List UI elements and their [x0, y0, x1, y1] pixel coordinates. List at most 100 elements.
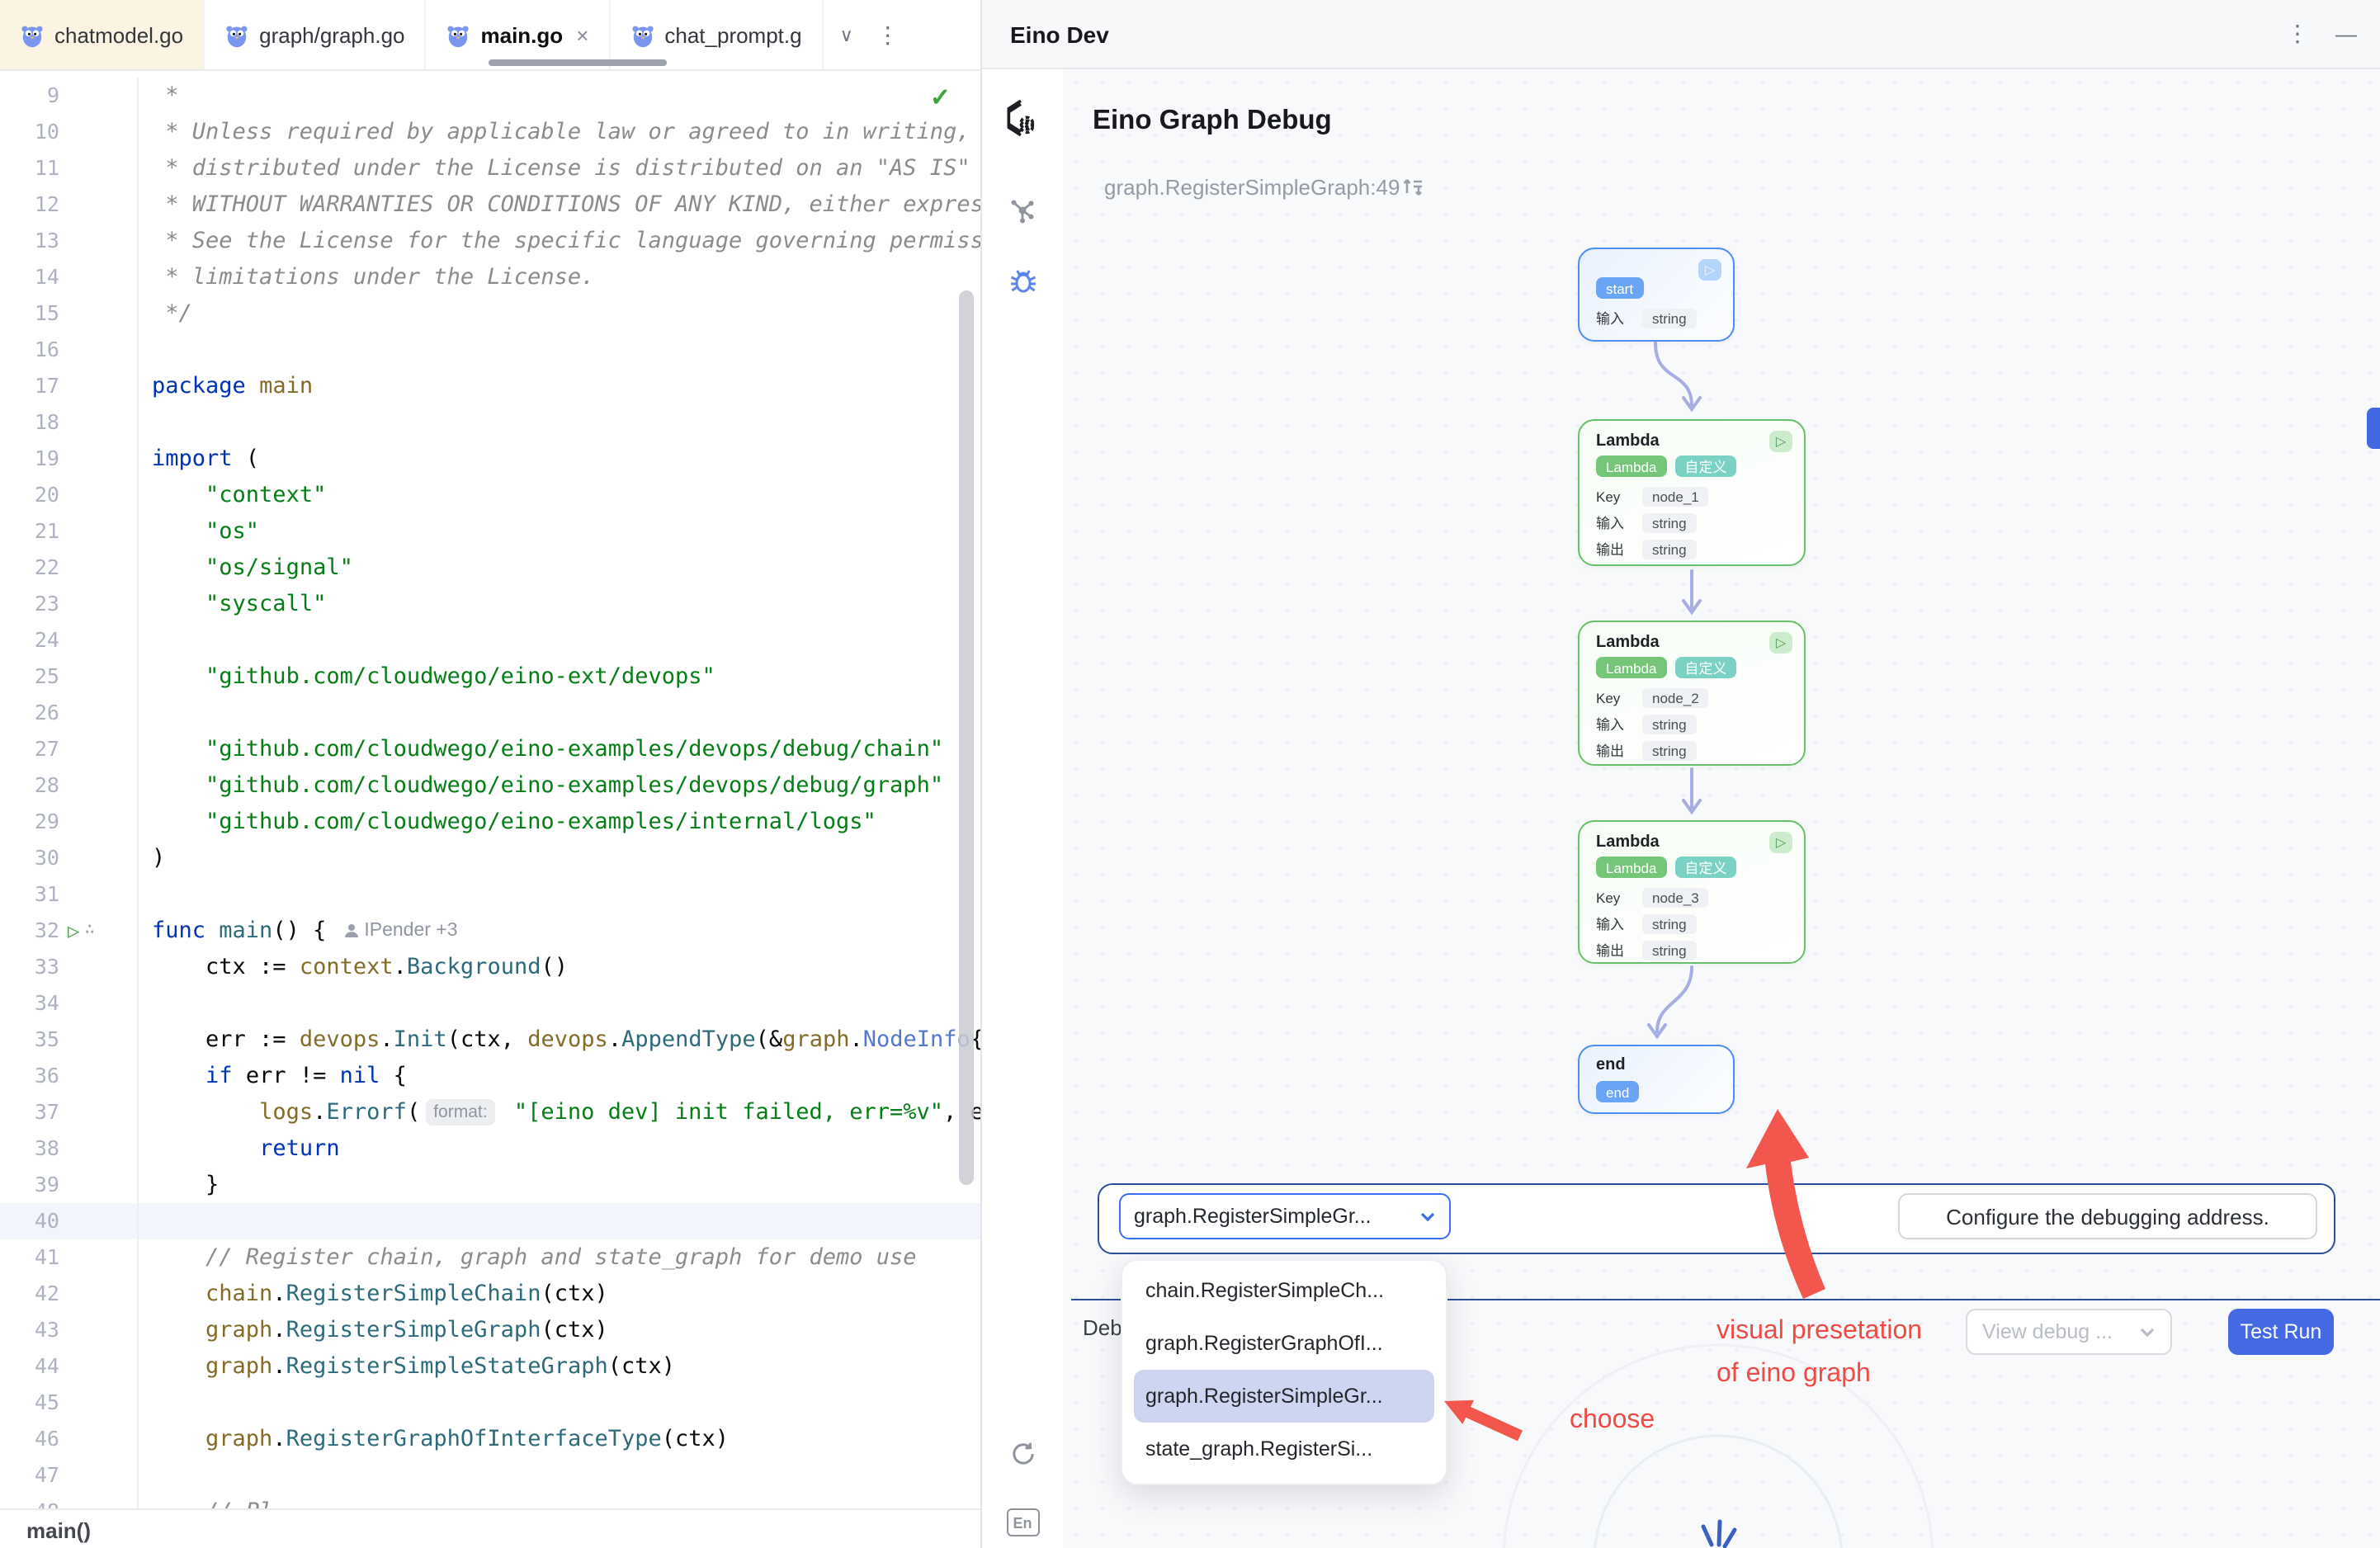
code-text — [137, 1457, 980, 1494]
code-token: * See the License for the specific langu… — [152, 228, 980, 254]
line-number: 31 — [0, 876, 59, 913]
node-play-icon[interactable]: ▷ — [1698, 259, 1721, 281]
line-number: 9 — [0, 78, 59, 114]
line-number: 18 — [0, 404, 59, 441]
code-text: import ( — [137, 441, 980, 477]
code-text: logs.Errorf(format: "[eino dev] init fai… — [137, 1094, 980, 1130]
code-token: err != — [233, 1063, 340, 1089]
code-token: . — [272, 1426, 286, 1452]
code-token — [152, 1063, 205, 1089]
tab-options-kebab-icon[interactable]: ⋮ — [876, 21, 900, 49]
code-editor[interactable]: 9 *10 * Unless required by applicable la… — [0, 69, 980, 1530]
code-vision-hint[interactable]: IPender +3 — [342, 913, 457, 949]
line-number: 46 — [0, 1421, 59, 1457]
graph-nodes-icon[interactable] — [982, 195, 1063, 226]
code-line: 31 — [0, 876, 980, 913]
tab-graph-graph-go[interactable]: graph/graph.go — [205, 0, 426, 69]
panel-title: Eino Dev — [1010, 21, 2286, 47]
graph-node-node_2[interactable]: Lambda▷Lambda自定义Keynode_2输入string输出strin… — [1578, 621, 1806, 766]
code-line: 17package main — [0, 368, 980, 404]
code-line: 25 "github.com/cloudwego/eino-ext/devops… — [0, 658, 980, 695]
graph-node-node_3[interactable]: Lambda▷Lambda自定义Keynode_3输入string输出strin… — [1578, 820, 1806, 964]
code-token: main — [259, 373, 313, 399]
panel-edge-scrollbar[interactable] — [2367, 408, 2380, 449]
code-text: * — [137, 78, 980, 114]
configure-debug-address-button[interactable]: Configure the debugging address. — [1898, 1193, 2317, 1239]
code-text: * See the License for the specific langu… — [137, 223, 980, 259]
code-line: 29 "github.com/cloudwego/eino-examples/i… — [0, 804, 980, 840]
tab-label: main.go — [481, 22, 564, 47]
gutter — [59, 985, 137, 1022]
view-debug-select[interactable]: View debug ... — [1966, 1309, 2172, 1355]
active-tab-indicator — [489, 59, 667, 66]
debug-target-container: graph.RegisterSimpleGr... Configure the … — [1098, 1183, 2335, 1254]
gutter — [59, 477, 137, 513]
code-text — [137, 622, 980, 658]
code-token: * limitations under the License. — [152, 264, 594, 290]
code-token: RegisterGraphOfInterfaceType — [286, 1426, 662, 1452]
code-line: 21 "os" — [0, 513, 980, 550]
graph-target-dropdown-menu: chain.RegisterSimpleCh...graph.RegisterG… — [1121, 1259, 1447, 1485]
node-row-value: string — [1642, 715, 1697, 734]
code-token — [152, 809, 205, 835]
code-text: ) — [137, 840, 980, 876]
code-text — [137, 332, 980, 368]
code-line: 39 } — [0, 1167, 980, 1203]
node-play-icon[interactable]: ▷ — [1769, 632, 1792, 654]
code-line: 24 — [0, 622, 980, 658]
panel-header: Eino Dev ⋮ — — [982, 0, 2380, 69]
menu-item[interactable]: graph.RegisterGraphOfI... — [1122, 1317, 1446, 1370]
tab-close-icon[interactable]: × — [576, 22, 588, 47]
select-chevron-down-icon — [1419, 1211, 1436, 1222]
code-line: 28 "github.com/cloudwego/eino-examples/d… — [0, 767, 980, 804]
line-number: 39 — [0, 1167, 59, 1203]
code-token: "[eino dev] init failed, err=%v" — [501, 1099, 943, 1126]
tab-chatmodel-go[interactable]: chatmodel.go — [0, 0, 205, 69]
code-token: . — [313, 1099, 326, 1126]
code-line: 35 err := devops.Init(ctx, devops.Append… — [0, 1022, 980, 1058]
line-number: 30 — [0, 840, 59, 876]
go-gopher-icon — [20, 22, 45, 47]
inspections-ok-icon[interactable]: ✓ — [930, 83, 951, 112]
node-row-label: 输入 — [1596, 715, 1629, 734]
debug-bug-icon[interactable] — [982, 264, 1063, 297]
run-gutter-icon[interactable]: ▷ — [68, 913, 79, 949]
panel-minimize-icon[interactable]: — — [2335, 21, 2357, 46]
line-number: 22 — [0, 550, 59, 586]
eino-logo-icon[interactable] — [982, 96, 1063, 137]
node-row-value: string — [1642, 941, 1697, 960]
gutter[interactable]: ▷∴ — [59, 913, 137, 949]
menu-item[interactable]: state_graph.RegisterSi... — [1122, 1423, 1446, 1475]
test-run-button[interactable]: Test Run — [2228, 1309, 2334, 1355]
code-token — [152, 482, 205, 508]
refresh-icon[interactable] — [982, 1439, 1063, 1469]
editor-vertical-scrollbar[interactable] — [959, 290, 974, 1185]
code-token: . — [608, 1026, 621, 1053]
graph-node-end[interactable]: endend — [1578, 1045, 1735, 1114]
run-related-icon[interactable]: ∴ — [84, 913, 94, 949]
code-text: */ — [137, 295, 980, 332]
app-window: chatmodel.gograph/graph.gomain.go×chat_p… — [0, 0, 2380, 1548]
node-play-icon[interactable]: ▷ — [1769, 832, 1792, 853]
node-title: Lambda — [1596, 634, 1660, 652]
menu-item[interactable]: chain.RegisterSimpleCh... — [1122, 1264, 1446, 1317]
code-line: 46 graph.RegisterGraphOfInterfaceType(ct… — [0, 1421, 980, 1457]
code-token — [152, 1244, 205, 1271]
node-row-value: string — [1642, 513, 1697, 533]
node-play-icon[interactable]: ▷ — [1769, 431, 1792, 452]
language-en-icon[interactable]: En — [982, 1508, 1063, 1536]
code-line: 13 * See the License for the specific la… — [0, 223, 980, 259]
node-badge: 自定义 — [1674, 857, 1736, 878]
node-badge: 自定义 — [1674, 455, 1736, 477]
line-number: 15 — [0, 295, 59, 332]
graph-node-start[interactable]: ▷start输入string — [1578, 248, 1735, 342]
panel-options-kebab-icon[interactable]: ⋮ — [2286, 20, 2309, 48]
breadcrumb[interactable]: main() — [26, 1518, 91, 1543]
code-text: ctx := context.Background() — [137, 949, 980, 985]
graph-target-select[interactable]: graph.RegisterSimpleGr... — [1119, 1193, 1451, 1239]
menu-item[interactable]: graph.RegisterSimpleGr... — [1134, 1370, 1434, 1423]
line-number: 25 — [0, 658, 59, 695]
tab-list-chevron-icon[interactable]: ∨ — [840, 24, 853, 45]
graph-node-node_1[interactable]: Lambda▷Lambda自定义Keynode_1输入string输出strin… — [1578, 419, 1806, 566]
gutter — [59, 1094, 137, 1130]
